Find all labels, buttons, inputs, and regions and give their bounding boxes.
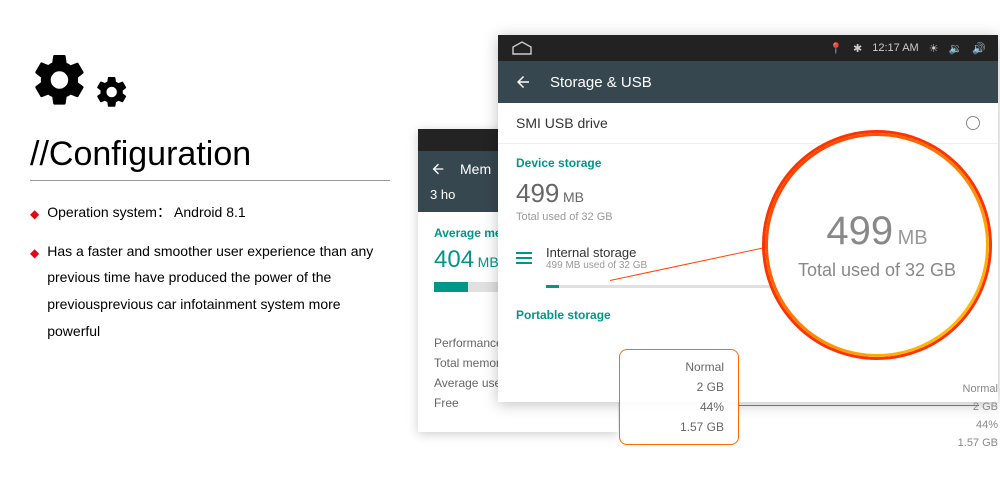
statusbar-indicators: 📍 ✱ 12:17 AM ☀ 🔉 🔊 — [829, 42, 986, 55]
internal-storage-text: Internal storage 499 MB used of 32 GB — [546, 245, 647, 271]
stat-label: Total memory — [434, 356, 506, 370]
storage-title: Storage & USB — [550, 74, 652, 91]
stat-value-avg-used: 44% — [740, 419, 998, 431]
callout-performance: Normal — [634, 360, 724, 374]
stat-value-total-memory: 2 GB — [740, 401, 998, 413]
storage-icon — [516, 252, 532, 264]
status-time: 12:17 AM — [872, 42, 918, 54]
gears-graphic — [30, 50, 390, 115]
stat-value-free: 1.57 GB — [740, 437, 998, 449]
feature-list: ◆ Operation system： Android 8.1 ◆ Has a fa… — [30, 199, 390, 344]
left-promo-section: //Configuration ◆ Operation system： Andro… — [30, 50, 390, 356]
storage-statusbar: 📍 ✱ 12:17 AM ☀ 🔉 🔊 — [498, 35, 998, 61]
stat-label: Performance — [434, 336, 503, 350]
stats-right-values: Normal 2 GB 44% 1.57 GB — [740, 383, 998, 455]
feature-text: Has a faster and smoother user experienc… — [47, 238, 390, 344]
memory-value-unit: MB — [478, 254, 499, 270]
memory-usage-fill — [434, 282, 468, 292]
usb-drive-row[interactable]: SMI USB drive — [498, 103, 998, 144]
stats-callout-box: Normal 2 GB 44% 1.57 GB — [619, 349, 739, 445]
feature-item: ◆ Has a faster and smoother user experien… — [30, 238, 390, 344]
memory-value-number: 404 — [434, 246, 474, 273]
gear-large-icon — [30, 50, 90, 115]
volume-down-icon: 🔉 — [949, 42, 963, 55]
callout-total-memory: 2 GB — [634, 380, 724, 394]
memory-title: Mem — [460, 161, 491, 177]
callout-free: 1.57 GB — [634, 420, 724, 434]
brightness-icon: ☀ — [929, 42, 939, 55]
bluetooth-icon: ✱ — [853, 42, 862, 55]
stat-label: Free — [434, 396, 459, 410]
internal-storage-sub: 499 MB used of 32 GB — [546, 260, 647, 271]
device-value-number: 499 — [516, 178, 559, 208]
volume-up-icon: 🔊 — [972, 42, 986, 55]
section-title: //Configuration — [30, 135, 390, 181]
feature-item: ◆ Operation system： Android 8.1 — [30, 199, 390, 226]
gear-small-icon — [94, 74, 130, 115]
device-value-unit: MB — [563, 189, 584, 205]
internal-storage-fill — [546, 285, 559, 288]
usb-drive-label: SMI USB drive — [516, 115, 608, 131]
back-arrow-icon[interactable] — [514, 73, 532, 91]
bullet-diamond-icon: ◆ — [30, 203, 39, 226]
eject-icon[interactable] — [966, 116, 980, 130]
internal-storage-label: Internal storage — [546, 245, 647, 260]
location-icon: 📍 — [829, 42, 843, 55]
callout-avg-used: 44% — [634, 400, 724, 414]
bullet-diamond-icon: ◆ — [30, 242, 39, 265]
home-icon — [510, 40, 534, 56]
magnify-border — [765, 133, 989, 357]
back-arrow-icon[interactable] — [430, 161, 446, 177]
stat-value-performance: Normal — [740, 383, 998, 395]
feature-text: Operation system： Android 8.1 — [47, 199, 245, 226]
magnified-callout-circle: 499 MB Total used of 32 GB — [762, 130, 992, 360]
storage-header: Storage & USB — [498, 61, 998, 103]
